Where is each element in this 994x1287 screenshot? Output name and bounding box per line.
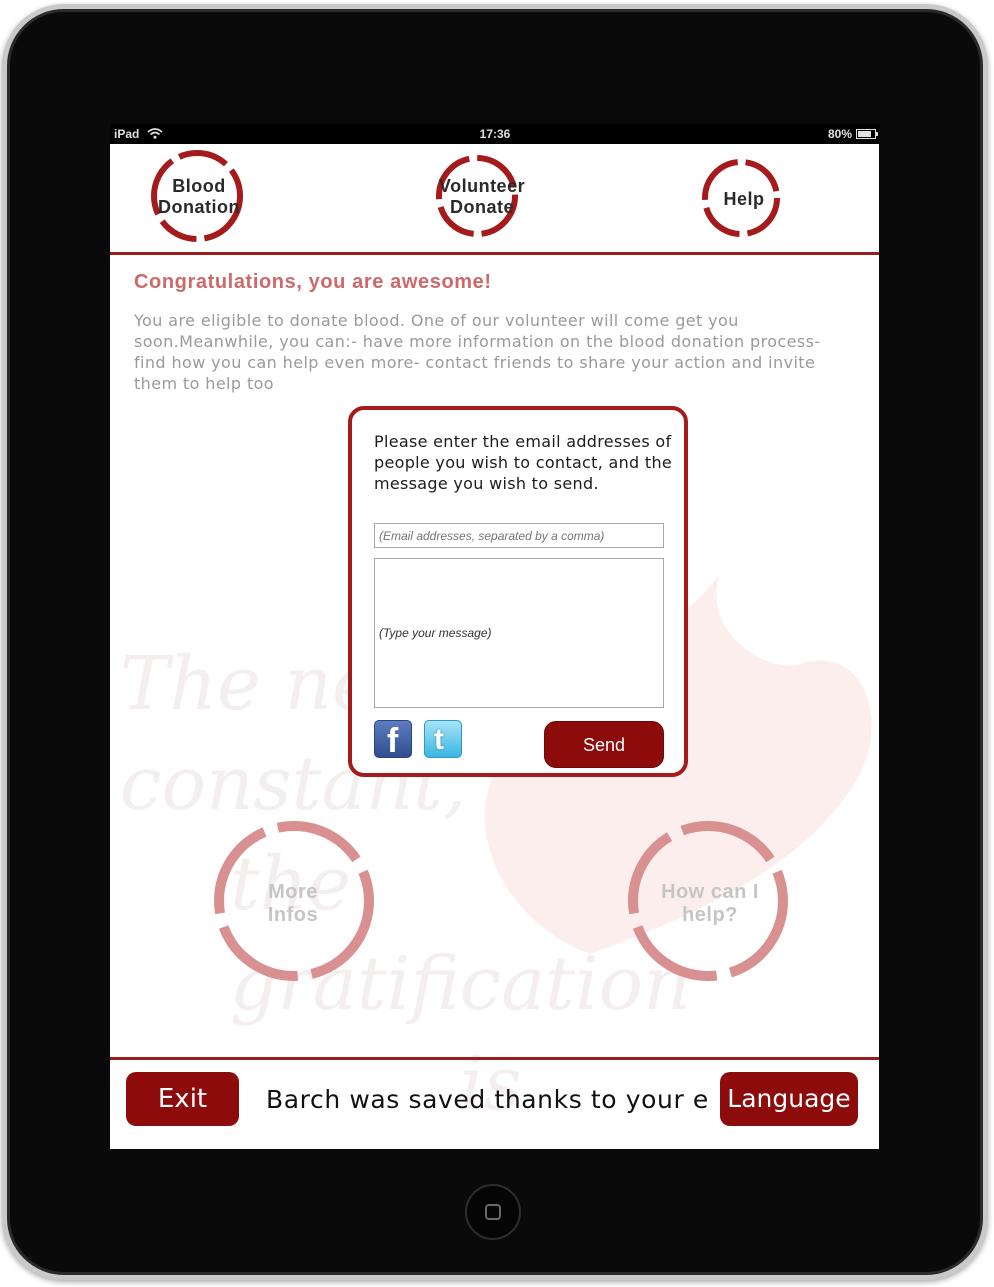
footer-divider (110, 1057, 879, 1060)
twitter-icon: t (434, 723, 444, 756)
message-textarea[interactable]: (Type your message) (374, 558, 664, 708)
exit-button[interactable]: Exit (126, 1072, 239, 1126)
action-label-line: Infos (267, 904, 319, 926)
facebook-button[interactable]: f (374, 720, 412, 760)
action-label: How can I help? (635, 881, 785, 927)
nav-label-line: Donation (158, 197, 240, 217)
battery-percent: 80% (827, 127, 852, 141)
page-title: Congratulations, you are awesome! (134, 271, 492, 293)
twitter-button[interactable]: t (424, 720, 462, 758)
action-label: More Infos (218, 881, 368, 927)
nav-label: Blood Donation (134, 176, 264, 218)
battery-icon (856, 129, 878, 139)
email-input[interactable] (374, 523, 664, 548)
message-placeholder: (Type your message) (379, 626, 492, 640)
nav-label-line: Blood (172, 176, 226, 196)
home-button[interactable] (465, 1184, 521, 1240)
language-button[interactable]: Language (720, 1072, 858, 1126)
header-divider (110, 252, 879, 255)
status-right: 80% (827, 127, 878, 141)
form-prompt: Please enter the email addresses of peop… (374, 432, 673, 493)
action-label-line: help? (682, 904, 738, 926)
app-screen: The need is constant, the gratification … (110, 144, 879, 1149)
clock: 17:36 (479, 127, 511, 141)
nav-label: Volunteer Donate (417, 176, 547, 218)
status-bar: iPad 17:36 80% (110, 124, 880, 144)
nav-label-line: Volunteer (438, 176, 526, 196)
news-ticker: Barch was saved thanks to your efforts (266, 1085, 708, 1114)
intro-text: You are eligible to donate blood. One of… (134, 311, 821, 393)
contact-form: Please enter the email addresses of peop… (348, 406, 688, 777)
nav-label: Help (723, 189, 765, 209)
nav-label-line: Donate (449, 197, 514, 217)
action-label-line: How can I (661, 881, 759, 903)
send-button[interactable]: Send (544, 721, 664, 768)
action-label-line: More (268, 881, 318, 903)
home-button-icon (485, 1204, 501, 1220)
facebook-icon: f (387, 722, 399, 760)
